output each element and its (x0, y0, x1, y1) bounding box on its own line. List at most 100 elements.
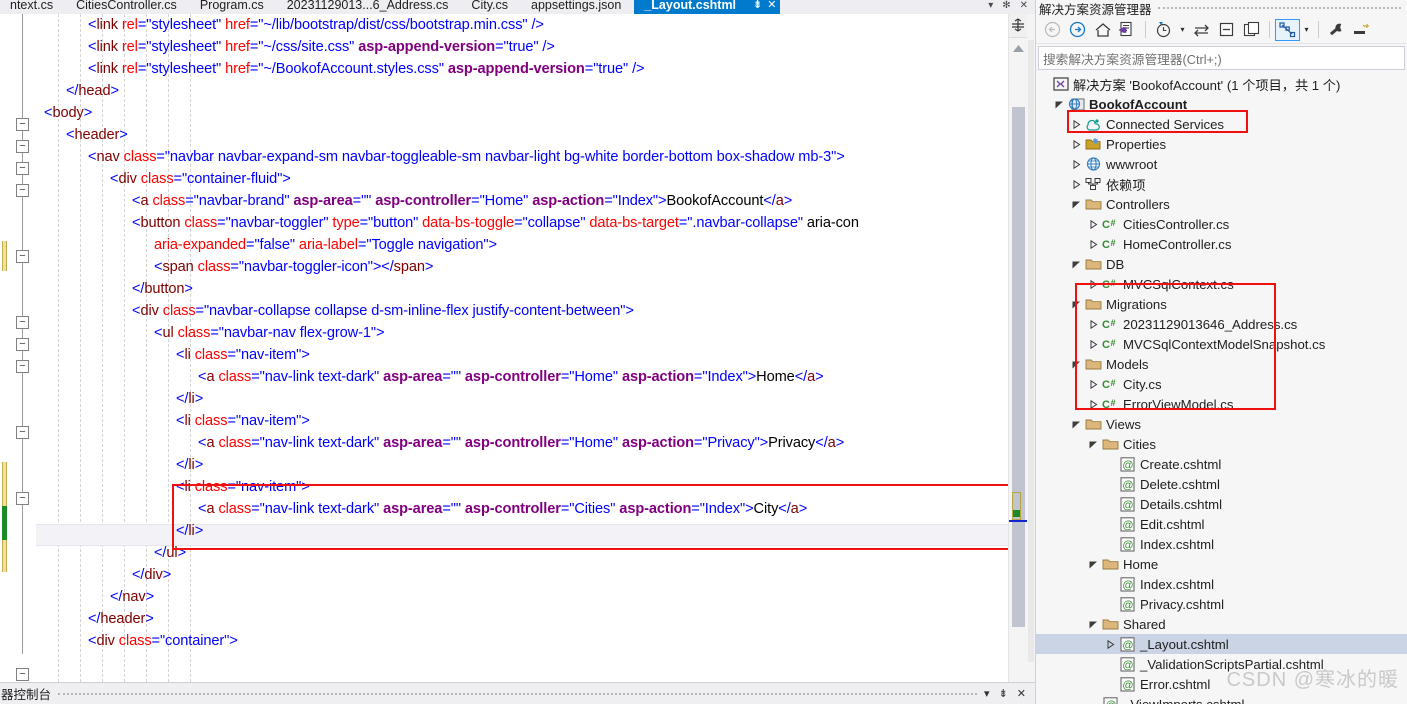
chevron-right-icon[interactable] (1104, 639, 1117, 649)
chevron-down-icon[interactable] (1070, 360, 1083, 369)
chevron-right-icon[interactable] (1087, 399, 1100, 409)
tree-node-city-cs[interactable]: C # City.cs (1036, 374, 1407, 394)
editor-tab[interactable]: City.cs (461, 0, 521, 14)
view-designer-icon[interactable] (1275, 18, 1300, 41)
code-line[interactable]: </li> (176, 388, 203, 410)
tree-node-bookofaccount[interactable]: BookofAccount (1036, 94, 1407, 114)
code-line[interactable]: <a class="nav-link text-dark" asp-area="… (198, 432, 844, 454)
code-line[interactable]: </header> (88, 608, 154, 630)
outline-collapse-body[interactable]: − (16, 118, 29, 131)
code-line[interactable]: <body> (44, 102, 92, 124)
chevron-right-icon[interactable] (1070, 179, 1083, 189)
scrollbar-track-outer[interactable] (1027, 14, 1035, 682)
tree-node-cities[interactable]: Cities (1036, 434, 1407, 454)
code-line[interactable]: <nav class="navbar navbar-expand-sm navb… (88, 146, 845, 168)
tree-node-models[interactable]: Models (1036, 354, 1407, 374)
chevron-down-icon[interactable] (1070, 420, 1083, 429)
solution-explorer-caption[interactable]: 解决方案资源管理器 (1036, 0, 1407, 16)
outline-collapse-li3[interactable]: − (16, 492, 29, 505)
code-line[interactable]: </button> (132, 278, 193, 300)
outline-collapse-ul[interactable]: − (16, 338, 29, 351)
outline-collapse-li1[interactable]: − (16, 360, 29, 373)
code-line[interactable]: <span class="navbar-toggler-icon"></span… (154, 256, 433, 278)
code-line[interactable]: </div> (132, 564, 171, 586)
tree-node-wwwroot[interactable]: wwwroot (1036, 154, 1407, 174)
outline-collapse-container[interactable]: − (16, 668, 29, 681)
editor-tab[interactable]: appsettings.json (521, 0, 635, 14)
tree-node-[interactable]: 依赖项 (1036, 174, 1407, 194)
scroll-up-arrow[interactable] (1009, 41, 1027, 55)
sync-with-active-document-icon[interactable] (1115, 19, 1140, 41)
tree-node-mvcsqlcontext-cs[interactable]: C # MVCSqlContext.cs (1036, 274, 1407, 294)
tree-node-controllers[interactable]: Controllers (1036, 194, 1407, 214)
chevron-down-icon[interactable] (1087, 560, 1100, 569)
tree-node-privacy-cshtml[interactable]: @ Privacy.cshtml (1036, 594, 1407, 614)
chevron-down-icon[interactable] (1070, 260, 1083, 269)
code-line[interactable]: <a class="navbar-brand" asp-area="" asp-… (132, 190, 792, 212)
tree-node-properties[interactable]: Properties (1036, 134, 1407, 154)
outline-collapse-div2[interactable]: − (16, 316, 29, 329)
solution-explorer-tree[interactable]: 解决方案 'BookofAccount' (1 个项目，共 1 个) Booko… (1036, 70, 1407, 704)
close-icon[interactable]: ✕ (1017, 687, 1026, 700)
outline-collapse-header[interactable]: − (16, 140, 29, 153)
tree-node-mvcsqlcontextmodelsnapshot-cs[interactable]: C # MVCSqlContextModelSnapshot.cs (1036, 334, 1407, 354)
chevron-down-icon[interactable] (1070, 200, 1083, 209)
tree-node-index-cshtml[interactable]: @ Index.cshtml (1036, 574, 1407, 594)
pin-icon[interactable]: ⇟ (999, 687, 1008, 700)
tree-node-index-cshtml[interactable]: @ Index.cshtml (1036, 534, 1407, 554)
code-line[interactable]: <link rel="stylesheet" href="~/lib/boots… (88, 14, 544, 36)
code-line[interactable]: <div class="container"> (88, 630, 238, 652)
code-line[interactable]: <li class="nav-item"> (176, 410, 310, 432)
code-editor[interactable]: − − − − − − − − − − − <link rel="stylesh… (0, 14, 1035, 682)
preview-selected-items-icon[interactable] (1349, 19, 1374, 41)
code-line[interactable]: <button class="navbar-toggler" type="but… (132, 212, 859, 234)
tree-node-migrations[interactable]: Migrations (1036, 294, 1407, 314)
tree-node-shared[interactable]: Shared (1036, 614, 1407, 634)
code-line[interactable]: <li class="nav-item"> (176, 344, 310, 366)
tree-node-citiescontroller-cs[interactable]: C # CitiesController.cs (1036, 214, 1407, 234)
code-line[interactable]: <li class="nav-item"> (176, 476, 310, 498)
dock-panel-title[interactable]: 器控制台 (0, 684, 51, 703)
code-line[interactable]: aria-expanded="false" aria-label="Toggle… (154, 234, 497, 256)
editor-tab[interactable]: ntext.cs (0, 0, 67, 14)
show-all-files-icon[interactable] (1239, 19, 1264, 41)
chevron-right-icon[interactable] (1087, 339, 1100, 349)
code-surface[interactable]: <link rel="stylesheet" href="~/lib/boots… (36, 14, 1008, 682)
chevron-right-icon[interactable] (1087, 279, 1100, 289)
tree-node-20231129013646-address-cs[interactable]: C #20231129013646_Address.cs (1036, 314, 1407, 334)
solution-explorer-search[interactable]: 搜索解决方案资源管理器(Ctrl+;) (1038, 46, 1405, 70)
view-dropdown-icon[interactable]: ▾ (1300, 25, 1313, 34)
code-line[interactable]: <ul class="navbar-nav flex-grow-1"> (154, 322, 385, 344)
tree-node-validationscriptspartial-cshtml[interactable]: @ _ValidationScriptsPartial.cshtml (1036, 654, 1407, 674)
panel-grip[interactable] (1157, 7, 1401, 9)
tree-node-layout-cshtml[interactable]: @ _Layout.cshtml (1036, 634, 1407, 654)
code-line[interactable]: </ul> (154, 542, 186, 564)
chevron-down-icon[interactable] (1087, 440, 1100, 449)
chevron-down-icon[interactable] (1053, 100, 1066, 109)
home-icon[interactable] (1090, 19, 1115, 41)
chevron-right-icon[interactable] (1087, 219, 1100, 229)
outline-collapse-button[interactable]: − (16, 250, 29, 263)
chevron-down-icon[interactable] (1070, 300, 1083, 309)
filter-dropdown-icon[interactable]: ▾ (1176, 25, 1189, 34)
tree-node-delete-cshtml[interactable]: @ Delete.cshtml (1036, 474, 1407, 494)
outlining-margin[interactable]: − − − − − − − − − − − (10, 14, 36, 682)
outline-collapse-nav[interactable]: − (16, 162, 29, 175)
code-line[interactable]: </li> (176, 520, 203, 542)
tree-node-create-cshtml[interactable]: @ Create.cshtml (1036, 454, 1407, 474)
code-line[interactable]: <a class="nav-link text-dark" asp-area="… (198, 366, 824, 388)
tree-node-homecontroller-cs[interactable]: C # HomeController.cs (1036, 234, 1407, 254)
chevron-right-icon[interactable] (1087, 239, 1100, 249)
code-line[interactable]: <a class="nav-link text-dark" asp-area="… (198, 498, 807, 520)
code-line[interactable]: <div class="container-fluid"> (110, 168, 291, 190)
pending-changes-filter-icon[interactable] (1151, 19, 1176, 41)
split-view-button[interactable] (1009, 14, 1027, 38)
code-line[interactable]: </head> (66, 80, 119, 102)
tree-node-db[interactable]: DB (1036, 254, 1407, 274)
refresh-icon[interactable] (1189, 19, 1214, 41)
outline-collapse-li2[interactable]: − (16, 426, 29, 439)
code-line[interactable]: <link rel="stylesheet" href="~/css/site.… (88, 36, 555, 58)
forward-icon[interactable] (1065, 19, 1090, 41)
tree-node-errorviewmodel-cs[interactable]: C # ErrorViewModel.cs (1036, 394, 1407, 414)
tree-node-details-cshtml[interactable]: @ Details.cshtml (1036, 494, 1407, 514)
